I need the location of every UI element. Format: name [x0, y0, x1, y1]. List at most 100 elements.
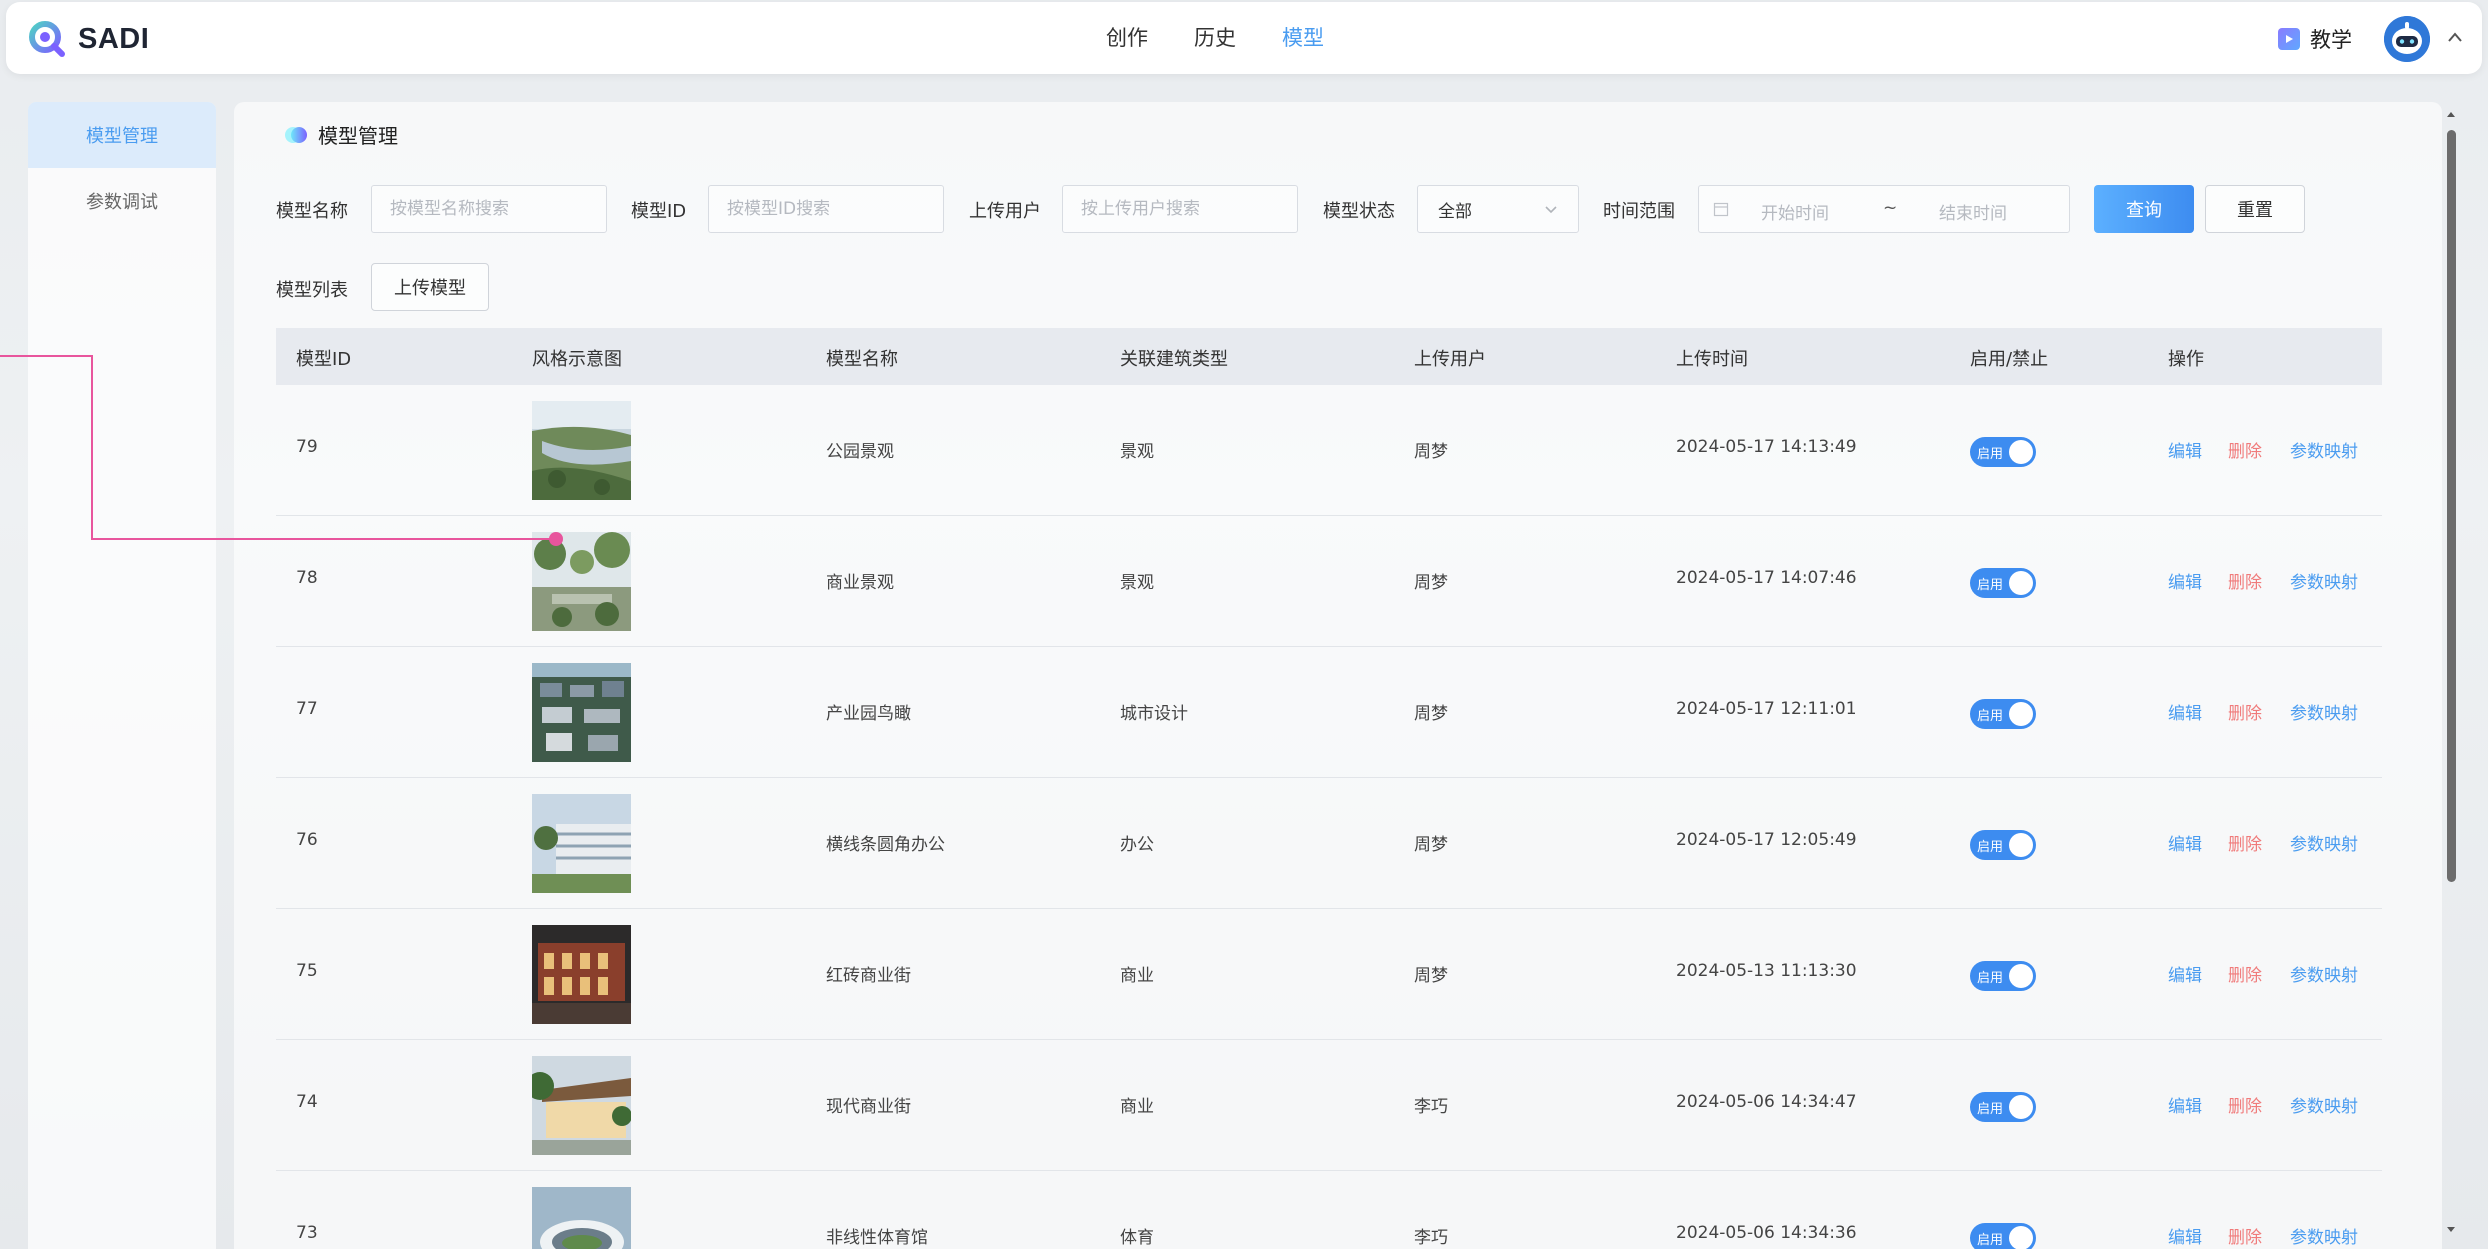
- teach-link[interactable]: 教学: [2278, 24, 2352, 54]
- enable-toggle[interactable]: 启用: [1970, 568, 2036, 598]
- page-title-text: 模型管理: [318, 124, 398, 148]
- style-thumbnail-image[interactable]: [532, 663, 631, 762]
- avatar[interactable]: [2384, 16, 2430, 62]
- start-time-placeholder[interactable]: 开始时间: [1761, 199, 1829, 224]
- model-id-cell: 73: [296, 1223, 318, 1243]
- col-actions: 操作: [2168, 349, 2204, 370]
- toggle-label: 启用: [1977, 578, 2004, 593]
- delete-link[interactable]: 删除: [2228, 568, 2262, 593]
- style-thumbnail-image[interactable]: [532, 925, 631, 1024]
- upload-user-cell: 李巧: [1414, 1228, 1448, 1248]
- param-mapping-link[interactable]: 参数映射: [2290, 699, 2358, 724]
- delete-link[interactable]: 删除: [2228, 1092, 2262, 1117]
- query-button[interactable]: 查询: [2094, 185, 2194, 233]
- col-upload-user: 上传用户: [1414, 349, 1486, 370]
- style-thumbnail-image[interactable]: [532, 794, 631, 893]
- enable-toggle[interactable]: 启用: [1970, 437, 2036, 467]
- toggle-knob: [2009, 1226, 2033, 1249]
- toggle-knob: [2009, 833, 2033, 857]
- date-range-picker[interactable]: 开始时间 ~ 结束时间: [1698, 185, 2070, 233]
- param-mapping-link[interactable]: 参数映射: [2290, 961, 2358, 986]
- model-id-cell: 76: [296, 830, 318, 850]
- edit-link[interactable]: 编辑: [2168, 961, 2202, 986]
- reset-button[interactable]: 重置: [2205, 185, 2305, 233]
- model-name-cell: 产业园鸟瞰: [826, 704, 911, 724]
- scroll-down-icon[interactable]: [2446, 1226, 2456, 1234]
- edit-link[interactable]: 编辑: [2168, 699, 2202, 724]
- table-row: 77 产业园鸟瞰 城市设计 周梦 2024-05-17 12:11:01 启用 …: [276, 647, 2382, 778]
- model-list-label: 模型列表: [276, 280, 348, 301]
- building-type-cell: 城市设计: [1120, 704, 1188, 724]
- toggle-knob: [2009, 702, 2033, 726]
- end-time-placeholder[interactable]: 结束时间: [1939, 199, 2007, 224]
- model-id-cell: 77: [296, 699, 318, 719]
- nav-model[interactable]: 模型: [1282, 22, 1324, 52]
- enable-toggle[interactable]: 启用: [1970, 961, 2036, 991]
- model-status-value: 全部: [1438, 201, 1472, 222]
- style-thumbnail-image[interactable]: [532, 532, 631, 631]
- model-table: 模型ID 风格示意图 模型名称 关联建筑类型 上传用户 上传时间 启用/禁止 操…: [276, 328, 2382, 1249]
- model-status-select[interactable]: 全部: [1417, 185, 1579, 233]
- model-name-search-input[interactable]: [371, 185, 607, 233]
- model-id-search-input[interactable]: [708, 185, 944, 233]
- toggle-knob: [2009, 964, 2033, 988]
- delete-link[interactable]: 删除: [2228, 830, 2262, 855]
- toggle-label: 启用: [1977, 709, 2004, 724]
- toggle-label: 启用: [1977, 840, 2004, 855]
- param-mapping-link[interactable]: 参数映射: [2290, 437, 2358, 462]
- edit-link[interactable]: 编辑: [2168, 830, 2202, 855]
- edit-link[interactable]: 编辑: [2168, 568, 2202, 593]
- table-row: 76 横线条圆角办公 办公 周梦 2024-05-17 12:05:49 启用 …: [276, 778, 2382, 909]
- param-mapping-link[interactable]: 参数映射: [2290, 1223, 2358, 1248]
- delete-link[interactable]: 删除: [2228, 1223, 2262, 1248]
- style-thumbnail-image[interactable]: [532, 1187, 631, 1249]
- chevron-up-icon[interactable]: [2447, 31, 2463, 43]
- date-separator: ~: [1883, 198, 1898, 218]
- building-type-cell: 办公: [1120, 835, 1154, 855]
- upload-user-search-input[interactable]: [1062, 185, 1298, 233]
- model-id-cell: 78: [296, 568, 318, 588]
- building-type-cell: 商业: [1120, 966, 1154, 986]
- building-type-cell: 商业: [1120, 1097, 1154, 1117]
- col-enable: 启用/禁止: [1970, 349, 2049, 370]
- delete-link[interactable]: 删除: [2228, 961, 2262, 986]
- scrollbar-thumb[interactable]: [2447, 130, 2456, 882]
- model-name-cell: 红砖商业街: [826, 966, 911, 986]
- enable-toggle[interactable]: 启用: [1970, 1092, 2036, 1122]
- main-nav: 创作 历史 模型: [1106, 22, 1324, 52]
- sidebar-item-model-management[interactable]: 模型管理: [28, 102, 216, 168]
- logo-icon: [29, 21, 65, 57]
- model-name-cell: 非线性体育馆: [826, 1228, 928, 1248]
- title-decoration-icon: [285, 126, 307, 143]
- param-mapping-link[interactable]: 参数映射: [2290, 830, 2358, 855]
- upload-user-cell: 周梦: [1414, 704, 1448, 724]
- enable-toggle[interactable]: 启用: [1970, 830, 2036, 860]
- col-model-id: 模型ID: [296, 349, 352, 370]
- delete-link[interactable]: 删除: [2228, 699, 2262, 724]
- scroll-up-icon[interactable]: [2446, 110, 2456, 118]
- model-name-cell: 横线条圆角办公: [826, 835, 945, 855]
- toggle-label: 启用: [1977, 1102, 2004, 1117]
- param-mapping-link[interactable]: 参数映射: [2290, 1092, 2358, 1117]
- logo[interactable]: SADI: [28, 20, 149, 58]
- model-id-cell: 79: [296, 437, 318, 457]
- id-filter-label: 模型ID: [631, 201, 687, 222]
- sidebar: 模型管理 参数调试: [28, 102, 216, 1249]
- delete-link[interactable]: 删除: [2228, 437, 2262, 462]
- toggle-label: 启用: [1977, 447, 2004, 462]
- nav-create[interactable]: 创作: [1106, 22, 1148, 52]
- sidebar-item-param-debug[interactable]: 参数调试: [28, 168, 216, 234]
- nav-history[interactable]: 历史: [1194, 22, 1236, 52]
- param-mapping-link[interactable]: 参数映射: [2290, 568, 2358, 593]
- page-title: 模型管理: [284, 120, 398, 149]
- style-thumbnail-image[interactable]: [532, 1056, 631, 1155]
- style-thumbnail-image[interactable]: [532, 401, 631, 500]
- enable-toggle[interactable]: 启用: [1970, 1223, 2036, 1249]
- edit-link[interactable]: 编辑: [2168, 1223, 2202, 1248]
- edit-link[interactable]: 编辑: [2168, 1092, 2202, 1117]
- edit-link[interactable]: 编辑: [2168, 437, 2202, 462]
- model-name-cell: 现代商业街: [826, 1097, 911, 1117]
- enable-toggle[interactable]: 启用: [1970, 699, 2036, 729]
- upload-user-cell: 李巧: [1414, 1097, 1448, 1117]
- upload-model-button[interactable]: 上传模型: [371, 263, 489, 311]
